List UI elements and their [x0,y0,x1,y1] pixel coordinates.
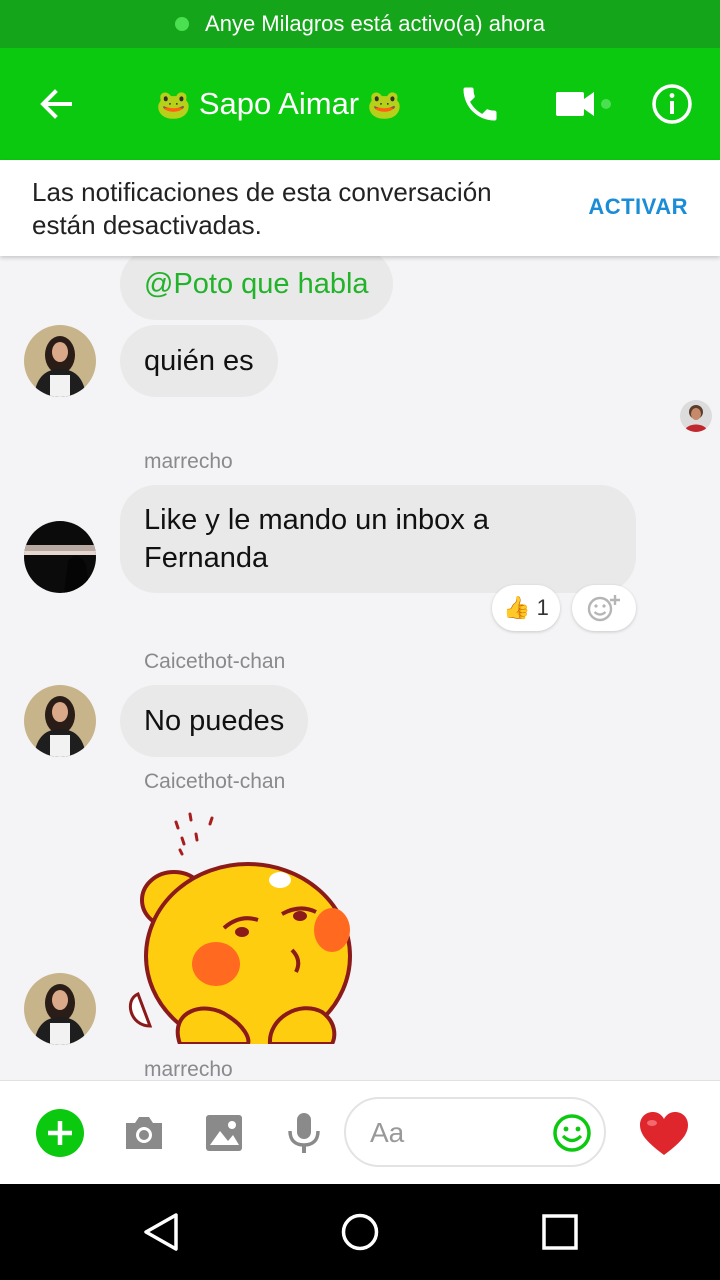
active-status-text: Anye Milagros está activo(a) ahora [205,11,545,36]
notifications-banner: Las notificaciones de esta conversación … [0,160,720,256]
message-list[interactable]: @Poto que habla quién es marrecho Like y… [0,256,720,1080]
phone-icon [463,87,497,121]
gallery-button[interactable] [204,1113,244,1158]
message-text: Like y le mando un inbox a Fernanda [144,504,489,574]
avatar[interactable] [24,521,96,593]
avatar[interactable] [24,685,96,757]
avatar[interactable] [24,973,96,1045]
notifications-muted-text: Las notificaciones de esta conversación … [32,177,492,240]
sender-name: marrecho [144,1058,233,1080]
message-composer [344,1097,606,1167]
reaction-count: 1 [536,595,549,620]
composer-bar [0,1080,720,1185]
conversation-info-button[interactable] [650,82,694,126]
avatar-girl-image [24,685,96,757]
add-reaction-button[interactable] [572,585,636,631]
sticker-message[interactable] [120,804,360,1050]
read-receipt-avatar [680,400,712,432]
back-arrow-icon [40,89,72,119]
system-recents-button[interactable] [542,1214,578,1255]
recents-square-icon [542,1214,578,1250]
frog-emoji-left: 🐸 [156,88,191,120]
sender-name: Caicethot-chan [144,770,286,793]
more-actions-button[interactable] [36,1109,84,1162]
voice-message-button[interactable] [286,1111,322,1160]
home-circle-icon [341,1213,379,1251]
video-camera-icon [556,92,611,116]
active-status-bar: Anye Milagros está activo(a) ahora [0,0,720,48]
frog-emoji-right: 🐸 [367,88,403,120]
online-dot-icon [175,17,190,31]
conversation-title[interactable]: 🐸 Sapo Aimar 🐸 [148,80,410,128]
message-input[interactable] [368,1113,542,1153]
camera-icon [126,1117,162,1149]
info-icon [652,84,692,124]
message-bubble[interactable]: quién es [120,325,278,397]
avatar-girl-image [24,973,96,1045]
back-triangle-icon [144,1213,178,1251]
avatar[interactable] [24,325,96,397]
video-call-button[interactable] [556,86,616,122]
thumbs-up-icon: 👍 [503,595,531,620]
gallery-icon [206,1115,242,1151]
activate-notifications-button[interactable]: ACTIVAR [588,194,688,220]
message-bubble[interactable]: Like y le mando un inbox a Fernanda [120,485,636,593]
emoji-button[interactable] [552,1113,592,1158]
reaction-badge[interactable]: 👍 1 [492,585,560,631]
chat-header: 🐸 Sapo Aimar 🐸 [0,48,720,160]
sender-name: Caicethot-chan [144,650,286,673]
add-reaction-icon [587,595,620,622]
camera-button[interactable] [122,1113,166,1158]
message-text: @Poto que habla [144,267,369,300]
voice-call-button[interactable] [458,82,502,126]
heart-icon [640,1112,688,1155]
avatar-girl-image [24,325,96,397]
chick-sticker-image [128,812,352,1050]
message-text: No puedes [144,704,285,737]
message-bubble[interactable]: No puedes [120,685,309,757]
sender-name: marrecho [144,450,233,473]
message-bubble[interactable]: @Poto que habla [120,256,393,320]
system-back-button[interactable] [142,1212,182,1257]
conversation-name: Sapo Aimar [198,86,360,121]
system-navigation-bar [0,1184,720,1280]
emoji-icon [553,1114,591,1152]
microphone-icon [288,1113,320,1153]
plus-icon [36,1109,84,1157]
send-heart-button[interactable] [638,1111,690,1162]
back-button[interactable] [36,84,76,124]
system-home-button[interactable] [340,1212,380,1257]
message-text: quién es [144,344,254,377]
read-receipt-image [680,400,712,432]
avatar-sunset-image [24,521,96,593]
